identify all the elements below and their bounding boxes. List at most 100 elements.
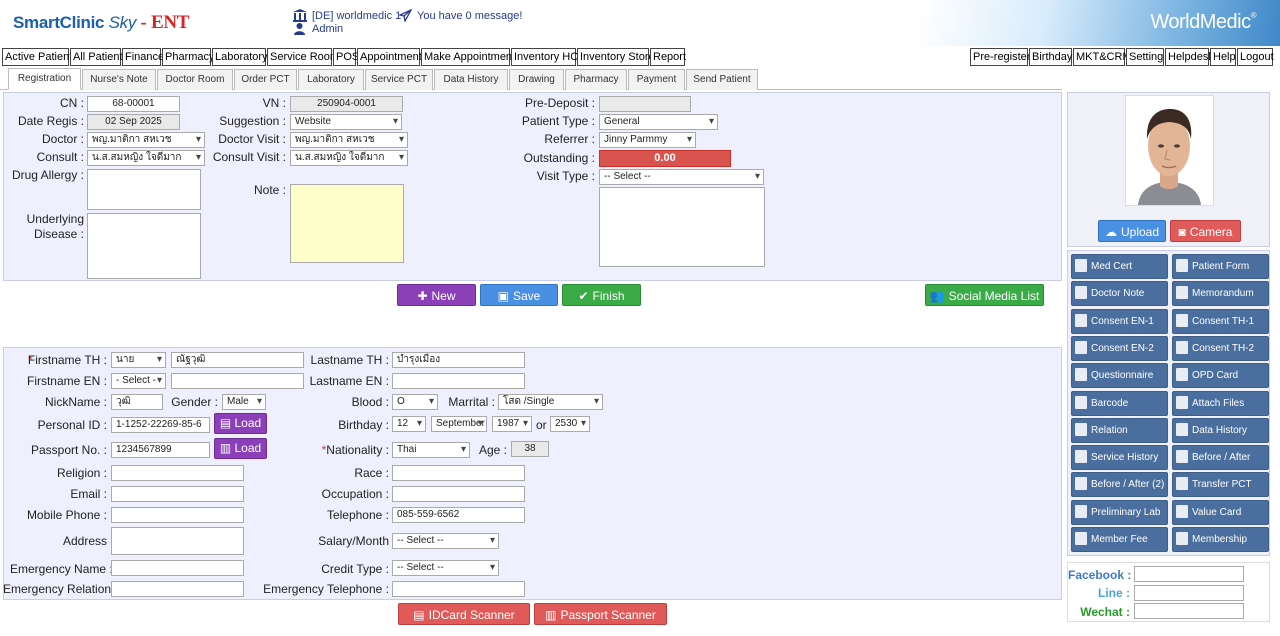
tab-doctor-room[interactable]: Doctor Room bbox=[157, 69, 233, 90]
blood-select[interactable]: O bbox=[392, 394, 438, 410]
menu-report[interactable]: Report bbox=[650, 48, 686, 66]
birthday-be-select[interactable]: 2530 bbox=[550, 416, 590, 432]
cn-field[interactable]: 68-00001 bbox=[87, 96, 180, 112]
side-button-questionnaire[interactable]: Questionnaire bbox=[1071, 363, 1168, 389]
menu-all-patient[interactable]: All Patient bbox=[70, 48, 123, 66]
line-field[interactable] bbox=[1134, 585, 1244, 601]
side-button-barcode[interactable]: Barcode bbox=[1071, 390, 1168, 416]
load-passport-button[interactable]: ▥ Load bbox=[214, 438, 267, 459]
side-button-membership[interactable]: Membership bbox=[1172, 527, 1269, 552]
emergency-relation-field[interactable] bbox=[111, 581, 244, 597]
emergency-telephone-field[interactable] bbox=[392, 581, 525, 597]
send-message-icon[interactable] bbox=[398, 8, 413, 23]
birthday-month-select[interactable]: September bbox=[431, 416, 487, 432]
upload-button[interactable]: ☁ Upload bbox=[1098, 220, 1166, 242]
race-field[interactable] bbox=[392, 465, 525, 481]
birthday-year-select[interactable]: 1987 bbox=[492, 416, 532, 432]
lastname-th-field[interactable]: บำรุงเมือง bbox=[392, 352, 525, 368]
menu-mkt-crm[interactable]: MKT&CRM bbox=[1073, 48, 1132, 66]
suggestion-select[interactable]: Website bbox=[290, 114, 402, 130]
emergency-name-field[interactable] bbox=[111, 560, 244, 576]
menu-help[interactable]: Help bbox=[1210, 48, 1236, 66]
tab-service-pct[interactable]: Service PCT bbox=[365, 69, 433, 90]
side-button-consent-th-1[interactable]: Consent TH-1 bbox=[1172, 308, 1269, 334]
load-id-button[interactable]: ▤ Load bbox=[214, 413, 267, 434]
facebook-field[interactable] bbox=[1134, 566, 1244, 582]
tab-nurses-note[interactable]: Nurse's Note bbox=[82, 69, 156, 90]
marital-select[interactable]: โสด /Single bbox=[498, 394, 603, 410]
side-button-patient-form[interactable]: Patient Form bbox=[1172, 254, 1269, 279]
tab-drawing[interactable]: Drawing bbox=[509, 69, 564, 90]
gender-select[interactable]: Male bbox=[222, 394, 266, 410]
side-button-med-cert[interactable]: Med Cert bbox=[1071, 254, 1168, 279]
menu-active-patient[interactable]: Active Patient bbox=[2, 48, 72, 66]
menu-inventory-store[interactable]: Inventory Store bbox=[577, 48, 655, 66]
social-media-list-button[interactable]: 👥 Social Media List bbox=[925, 284, 1044, 306]
menu-pre-register[interactable]: Pre-register bbox=[970, 48, 1030, 66]
drug-allergy-textarea[interactable] bbox=[87, 169, 201, 210]
lastname-en-field[interactable] bbox=[392, 373, 525, 389]
prefix-en-select[interactable]: - Select - bbox=[111, 373, 166, 389]
menu-make-appointment[interactable]: Make Appointment bbox=[421, 48, 515, 66]
side-button-data-history[interactable]: Data History bbox=[1172, 417, 1269, 443]
menu-pharmacy[interactable]: Pharmacy bbox=[162, 48, 215, 66]
side-button-before-after[interactable]: Before / After bbox=[1172, 445, 1269, 471]
side-button-consent-th-2[interactable]: Consent TH-2 bbox=[1172, 335, 1269, 361]
side-button-consent-en-2[interactable]: Consent EN-2 bbox=[1071, 335, 1168, 361]
patient-type-select[interactable]: General bbox=[599, 114, 718, 130]
idcard-scanner-button[interactable]: ▤ IDCard Scanner bbox=[398, 603, 530, 625]
birthday-day-select[interactable]: 12 bbox=[392, 416, 426, 432]
consult-select[interactable]: น.ส.สมหญิง ใจดีมาก bbox=[87, 150, 205, 166]
menu-birthday[interactable]: Birthday bbox=[1029, 48, 1072, 66]
visit-type-textarea[interactable] bbox=[599, 187, 765, 267]
telephone-field[interactable]: 085-559-6562 bbox=[392, 507, 525, 523]
personal-id-field[interactable]: 1-1252-22269-85-6 bbox=[111, 417, 210, 433]
nationality-select[interactable]: Thai bbox=[392, 442, 470, 458]
doctor-visit-select[interactable]: พญ.มาติกา สหเวช bbox=[290, 132, 408, 148]
email-field[interactable] bbox=[111, 486, 244, 502]
menu-pos[interactable]: POS bbox=[333, 48, 359, 66]
side-button-attach-files[interactable]: Attach Files bbox=[1172, 390, 1269, 416]
underlying-disease-textarea[interactable] bbox=[87, 213, 201, 279]
side-button-opd-card[interactable]: OPD Card bbox=[1172, 363, 1269, 389]
prefix-th-select[interactable]: นาย bbox=[111, 352, 166, 368]
salary-select[interactable]: -- Select -- bbox=[392, 533, 499, 549]
side-button-before-after-2[interactable]: Before / After (2) bbox=[1071, 472, 1168, 498]
menu-inventory-ho[interactable]: Inventory HO bbox=[511, 48, 579, 66]
tab-payment[interactable]: Payment bbox=[628, 69, 685, 90]
side-button-memorandum[interactable]: Memorandum bbox=[1172, 281, 1269, 307]
tab-order-pct[interactable]: Order PCT bbox=[234, 69, 297, 90]
menu-laboratory[interactable]: Laboratory bbox=[212, 48, 268, 66]
referrer-select[interactable]: Jinny Parmmy bbox=[599, 132, 696, 148]
new-button[interactable]: ✚ New bbox=[397, 284, 476, 306]
side-button-preliminary-lab[interactable]: Preliminary Lab bbox=[1071, 499, 1168, 525]
doctor-select[interactable]: พญ.มาติกา สหเวช bbox=[87, 132, 205, 148]
side-button-value-card[interactable]: Value Card bbox=[1172, 499, 1269, 525]
side-button-consent-en-1[interactable]: Consent EN-1 bbox=[1071, 308, 1168, 334]
consult-visit-select[interactable]: น.ส.สมหญิง ใจดีมาก bbox=[290, 150, 408, 166]
side-button-doctor-note[interactable]: Doctor Note bbox=[1071, 281, 1168, 307]
side-button-member-fee[interactable]: Member Fee bbox=[1071, 527, 1168, 552]
menu-service-room[interactable]: Service Room bbox=[267, 48, 339, 66]
tab-send-patient[interactable]: Send Patient bbox=[686, 69, 758, 90]
side-button-transfer-pct[interactable]: Transfer PCT bbox=[1172, 472, 1269, 498]
tab-data-history[interactable]: Data History bbox=[434, 69, 508, 90]
side-button-service-history[interactable]: Service History bbox=[1071, 445, 1168, 471]
mobile-field[interactable] bbox=[111, 507, 244, 523]
camera-button[interactable]: ◙ Camera bbox=[1170, 220, 1241, 242]
occupation-field[interactable] bbox=[392, 486, 525, 502]
address-textarea[interactable] bbox=[111, 527, 244, 555]
passport-field[interactable]: 1234567899 bbox=[111, 442, 210, 458]
credit-type-select[interactable]: -- Select -- bbox=[392, 560, 499, 576]
side-button-relation[interactable]: Relation bbox=[1071, 417, 1168, 443]
note-textarea[interactable] bbox=[290, 184, 404, 263]
menu-appointment[interactable]: Appointment bbox=[357, 48, 422, 66]
menu-setting[interactable]: Setting bbox=[1126, 48, 1164, 66]
visit-type-select[interactable]: -- Select -- bbox=[599, 169, 764, 185]
tab-pharmacy[interactable]: Pharmacy bbox=[565, 69, 627, 90]
nickname-field[interactable]: วุฒิ bbox=[111, 394, 163, 410]
menu-finance[interactable]: Finance bbox=[122, 48, 164, 66]
tab-laboratory[interactable]: Laboratory bbox=[298, 69, 364, 90]
passport-scanner-button[interactable]: ▥ Passport Scanner bbox=[534, 603, 667, 625]
menu-helpdesk[interactable]: Helpdesk bbox=[1165, 48, 1214, 66]
